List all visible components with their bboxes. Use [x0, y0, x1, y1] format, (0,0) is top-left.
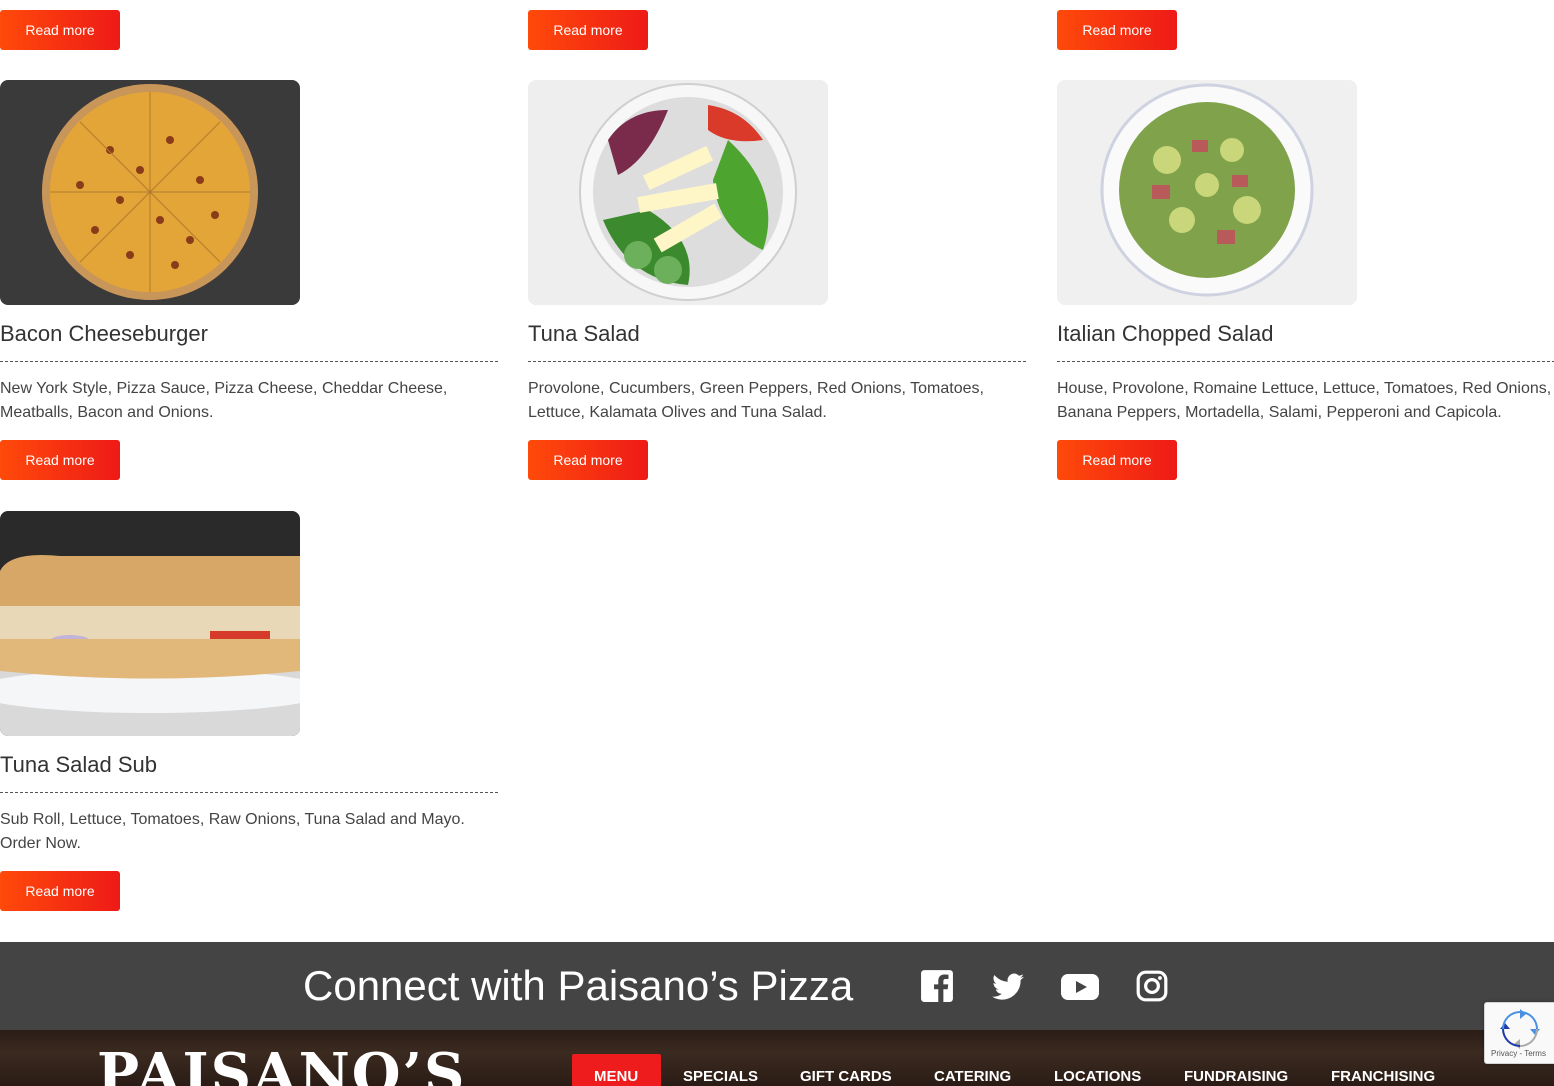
divider	[1057, 361, 1554, 362]
tuna-salad-image[interactable]	[528, 80, 828, 305]
card-title[interactable]: Tuna Salad	[528, 321, 640, 347]
chopped-salad-image[interactable]	[1057, 80, 1357, 305]
divider	[0, 361, 498, 362]
card-title[interactable]: Bacon Cheeseburger	[0, 321, 208, 347]
site-header: PAISANO’S MENU SPECIALS GIFT CARDS CATER…	[0, 1030, 1554, 1086]
nav-item-fundraising[interactable]: FUNDRAISING	[1184, 1068, 1288, 1085]
recaptcha-links[interactable]: Privacy - Terms	[1491, 1049, 1546, 1058]
card-description: Sub Roll, Lettuce, Tomatoes, Raw Onions,…	[0, 811, 465, 852]
card-title[interactable]: Italian Chopped Salad	[1057, 321, 1274, 347]
card-title[interactable]: Tuna Salad Sub	[0, 752, 157, 778]
connect-heading: Connect with Paisano’s Pizza	[303, 962, 854, 1009]
read-more-button[interactable]: Read more	[0, 871, 120, 911]
instagram-icon[interactable]	[1134, 969, 1170, 1003]
card-description: Provolone, Cucumbers, Green Peppers, Red…	[528, 380, 984, 421]
divider	[528, 361, 1026, 362]
read-more-button[interactable]: Read more	[0, 10, 120, 50]
card-description: New York Style, Pizza Sauce, Pizza Chees…	[0, 380, 448, 421]
nav-item-catering[interactable]: CATERING	[934, 1068, 1011, 1085]
site-logo[interactable]: PAISANO’S	[97, 1046, 466, 1086]
twitter-icon[interactable]	[990, 969, 1026, 1003]
youtube-icon[interactable]	[1060, 969, 1100, 1003]
nav-item-menu[interactable]: MENU	[594, 1068, 638, 1085]
read-more-button[interactable]: Read more	[1057, 440, 1177, 480]
divider	[0, 792, 498, 793]
recaptcha-badge[interactable]: Privacy - Terms	[1484, 1002, 1554, 1064]
recaptcha-icon	[1500, 1009, 1540, 1049]
nav-item-gift-cards[interactable]: GIFT CARDS	[800, 1068, 892, 1085]
nav-item-specials[interactable]: SPECIALS	[683, 1068, 758, 1085]
tuna-sub-image[interactable]	[0, 511, 300, 736]
read-more-button[interactable]: Read more	[0, 440, 120, 480]
nav-item-franchising[interactable]: FRANCHISING	[1331, 1068, 1435, 1085]
card-description: House, Provolone, Romaine Lettuce, Lettu…	[1057, 380, 1552, 421]
facebook-icon[interactable]	[919, 969, 955, 1003]
nav-item-locations[interactable]: LOCATIONS	[1054, 1068, 1141, 1085]
read-more-button[interactable]: Read more	[528, 440, 648, 480]
read-more-button[interactable]: Read more	[1057, 10, 1177, 50]
read-more-button[interactable]: Read more	[528, 10, 648, 50]
pizza-image[interactable]	[0, 80, 300, 305]
connect-bar: Connect with Paisano’s Pizza	[0, 942, 1554, 1030]
